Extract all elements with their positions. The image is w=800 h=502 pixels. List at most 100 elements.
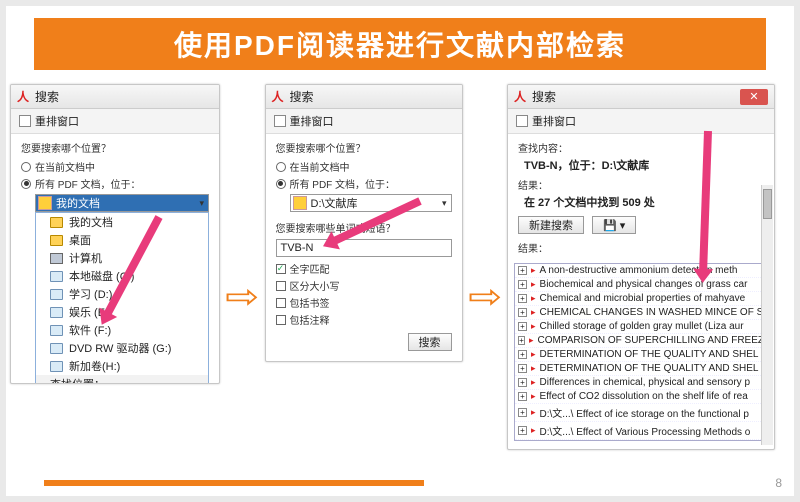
dropdown-selected: 我的文档 <box>56 195 100 211</box>
arrange-window-icon[interactable] <box>19 115 31 127</box>
flow-arrow-icon: ⇨ <box>465 280 504 314</box>
result-title: DETERMINATION OF THE QUALITY AND SHEL <box>540 363 759 374</box>
pdf-icon: ▸ <box>531 377 536 388</box>
results-list[interactable]: +▸A non-destructive ammonium detection m… <box>514 263 768 441</box>
new-search-button[interactable]: 新建搜索 <box>518 216 584 234</box>
radio-all-pdf[interactable]: 所有 PDF 文档，位于： <box>276 176 452 191</box>
folder-item[interactable]: DVD RW 驱动器 (G:) <box>36 339 208 357</box>
expand-icon[interactable]: + <box>518 426 527 435</box>
check-label: 包括书签 <box>290 295 330 310</box>
window-title-text: 搜索 <box>532 88 556 105</box>
folder-item[interactable]: 新加卷(H:) <box>36 357 208 375</box>
result-row[interactable]: +▸D:\文...\ Effect of ice storage on the … <box>515 404 767 422</box>
expand-icon[interactable]: + <box>518 378 527 387</box>
window-titlebar: 人 搜索 <box>266 85 462 109</box>
search-form: 您要搜索哪个位置？ 在当前文档中 所有 PDF 文档，位于： D:\文献库 ▾ … <box>266 134 462 357</box>
result-row[interactable]: +▸CHEMICAL CHANGES IN WASHED MINCE OF S <box>515 306 767 320</box>
toolbar: 重排窗口 <box>508 109 774 134</box>
radio-current-doc-label: 在当前文档中 <box>290 159 350 174</box>
check-label: 全字匹配 <box>290 261 330 276</box>
check-bookmarks[interactable]: 包括书签 <box>276 295 452 310</box>
drive-icon <box>50 325 63 336</box>
expand-icon[interactable]: + <box>518 336 525 345</box>
check-label: 区分大小写 <box>290 278 340 293</box>
close-icon[interactable]: ✕ <box>740 89 768 105</box>
location-dropdown[interactable]: 我的文档 ▾ <box>35 194 209 212</box>
desktop-icon <box>50 235 63 246</box>
scrollbar[interactable] <box>761 185 773 445</box>
folder-icon <box>38 196 52 210</box>
expand-icon[interactable]: + <box>518 364 527 373</box>
check-case[interactable]: 区分大小写 <box>276 278 452 293</box>
radio-current-doc[interactable]: 在当前文档中 <box>276 159 452 174</box>
folder-icon <box>50 217 63 228</box>
folder-item[interactable]: 计算机 <box>36 249 208 267</box>
expand-icon[interactable]: + <box>518 408 527 417</box>
result-row[interactable]: +▸Biochemical and physical changes of gr… <box>515 278 767 292</box>
search-term-input[interactable]: TVB-N <box>276 239 452 257</box>
location-dropdown[interactable]: D:\文献库 ▾ <box>290 194 452 212</box>
result-title: COMPARISON OF SUPERCHILLING AND FREEZ <box>537 335 764 346</box>
pdf-icon: ▸ <box>531 265 536 276</box>
folder-label: 学习 (D:) <box>69 286 112 302</box>
pdf-icon: ▸ <box>529 335 534 346</box>
drive-icon <box>50 289 63 300</box>
toolbar-label: 重排窗口 <box>290 113 334 129</box>
result-title: Chemical and microbial properties of mah… <box>540 293 746 304</box>
results-label: 结果： <box>518 177 764 192</box>
check-whole-word[interactable]: ✓全字匹配 <box>276 261 452 276</box>
result-row[interactable]: +▸Chilled storage of golden gray mullet … <box>515 320 767 334</box>
pdf-icon: ▸ <box>531 349 536 360</box>
result-row[interactable]: +▸D:\文...\ Effect of Various Processing … <box>515 422 767 440</box>
location-question: 您要搜索哪个位置？ <box>21 140 209 155</box>
result-title: Differences in chemical, physical and se… <box>540 377 750 388</box>
result-row[interactable]: + ▸ Differences in chemical, physical and … <box>515 376 767 390</box>
arrange-window-icon[interactable] <box>274 115 286 127</box>
drive-icon <box>50 361 63 372</box>
search-term-value: TVB-N <box>281 242 314 254</box>
drive-icon <box>50 271 63 282</box>
scrollbar-thumb[interactable] <box>763 189 772 219</box>
folder-item[interactable]: 软件 (F:) <box>36 321 208 339</box>
footer-accent-bar <box>44 480 424 486</box>
adobe-icon: 人 <box>272 88 284 105</box>
result-row[interactable]: +▸A non-destructive ammonium detection m… <box>515 264 767 278</box>
search-path-label: 查找位置： <box>50 376 105 384</box>
pdf-icon: ▸ <box>531 321 536 332</box>
result-row[interactable]: +▸DETERMINATION OF THE QUALITY AND SHEL <box>515 362 767 376</box>
dropdown-selected: D:\文献库 <box>311 195 358 211</box>
panel-step2: 人 搜索 重排窗口 您要搜索哪个位置？ 在当前文档中 所有 PDF 文档，位于：… <box>265 84 463 362</box>
folder-item[interactable]: 娱乐 (E:) <box>36 303 208 321</box>
find-label: 查找内容： <box>518 140 764 155</box>
check-comments[interactable]: 包括注释 <box>276 312 452 327</box>
check-label: 包括注释 <box>290 312 330 327</box>
result-row[interactable]: + ▸COMPARISON OF SUPERCHILLING AND FREEZ <box>515 334 767 348</box>
toolbar-label: 重排窗口 <box>532 113 576 129</box>
folder-item[interactable]: 我的文档 <box>36 213 208 231</box>
expand-icon[interactable]: + <box>518 322 527 331</box>
expand-icon[interactable]: + <box>518 266 527 275</box>
search-button[interactable]: 搜索 <box>408 333 452 351</box>
arrange-window-icon[interactable] <box>516 115 528 127</box>
folder-label: DVD RW 驱动器 (G:) <box>69 340 171 356</box>
radio-current-doc-label: 在当前文档中 <box>35 159 95 174</box>
radio-current-doc[interactable]: 在当前文档中 <box>21 159 209 174</box>
result-row[interactable]: +▸Effect of CO2 dissolution on the shelf… <box>515 390 767 404</box>
result-title: CHEMICAL CHANGES IN WASHED MINCE OF S <box>540 307 764 318</box>
result-row[interactable]: +▸D:\文...\ Effects of refrigerated stora… <box>515 440 767 441</box>
pdf-icon: ▸ <box>531 279 536 290</box>
radio-all-pdf[interactable]: 所有 PDF 文档，位于： <box>21 176 209 191</box>
panels-row: 人 搜索 重排窗口 您要搜索哪个位置？ 在当前文档中 所有 PDF 文档，位于：… <box>6 84 794 450</box>
expand-icon[interactable]: + <box>518 392 527 401</box>
pdf-icon: ▸ <box>531 407 536 418</box>
expand-icon[interactable]: + <box>518 294 527 303</box>
expand-icon[interactable]: + <box>518 280 527 289</box>
result-row[interactable]: +▸Chemical and microbial properties of m… <box>515 292 767 306</box>
save-dropdown-button[interactable]: 💾 ▾ <box>592 216 636 234</box>
expand-icon[interactable]: + <box>518 308 527 317</box>
expand-icon[interactable]: + <box>518 350 527 359</box>
location-question: 您要搜索哪个位置？ <box>276 140 452 155</box>
toolbar: 重排窗口 <box>266 109 462 134</box>
result-row[interactable]: +▸DETERMINATION OF THE QUALITY AND SHEL <box>515 348 767 362</box>
folder-item[interactable]: 桌面 <box>36 231 208 249</box>
